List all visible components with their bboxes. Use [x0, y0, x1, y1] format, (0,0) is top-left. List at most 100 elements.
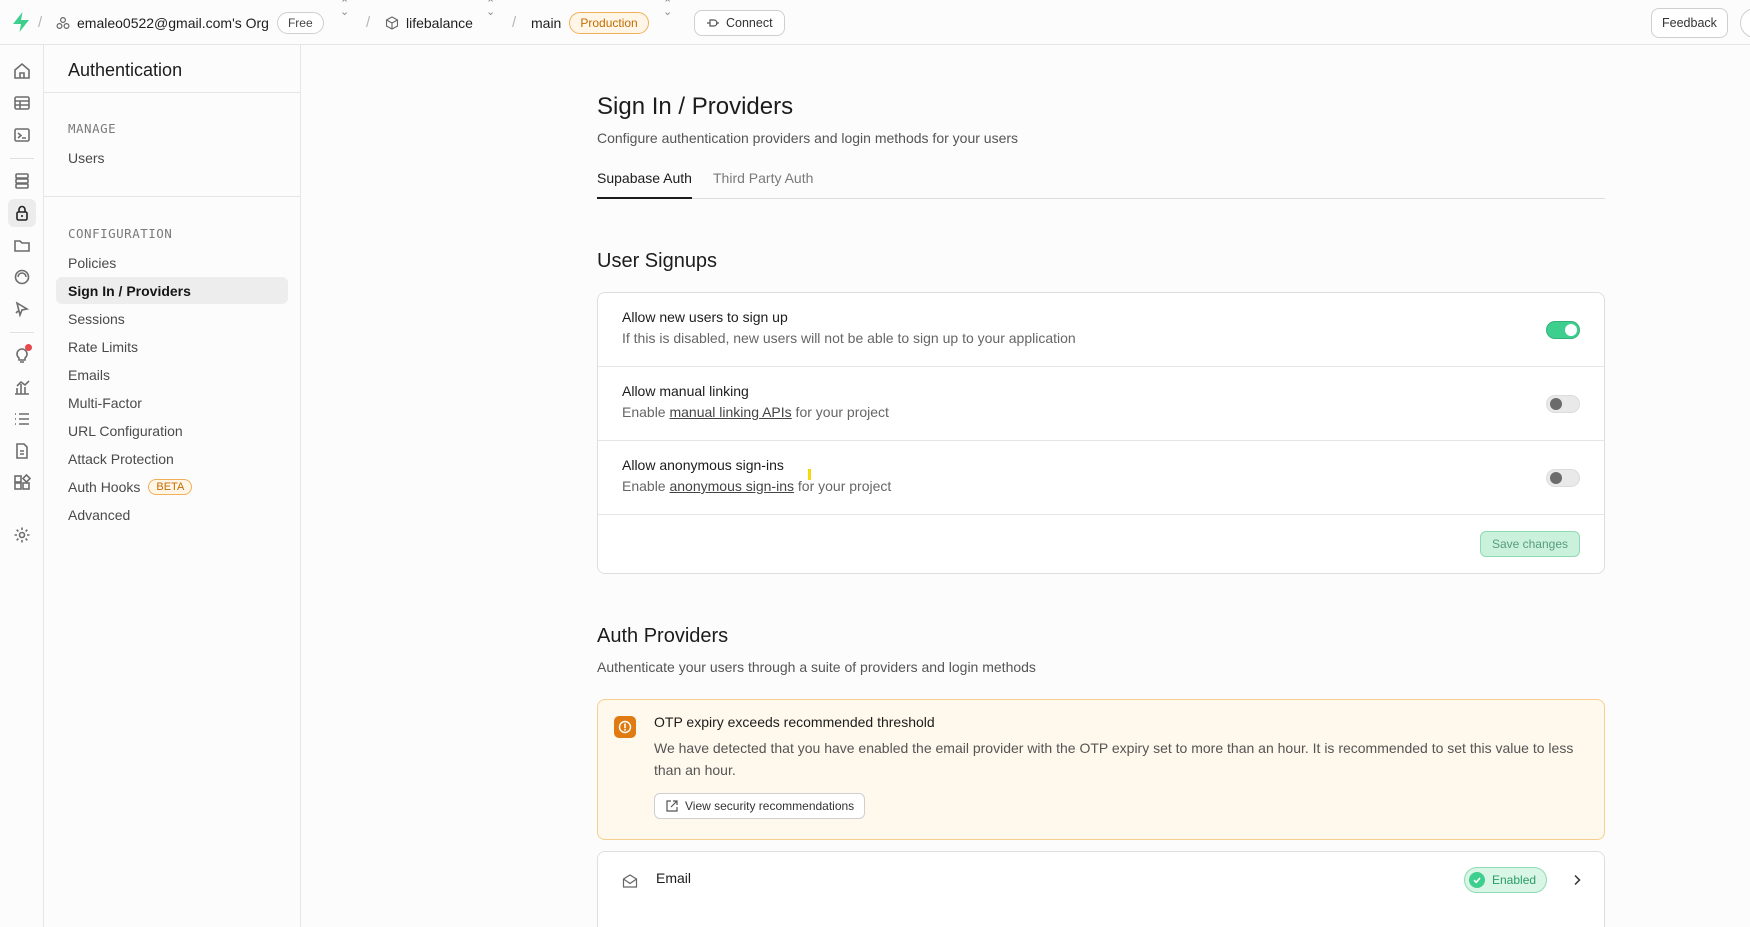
connect-label: Connect: [726, 15, 773, 30]
manual-linking-toggle[interactable]: [1546, 395, 1580, 413]
notification-dot: [25, 344, 32, 351]
auth-sidebar: Authentication MANAGE Users CONFIGURATIO…: [44, 45, 301, 927]
button-label: View security recommendations: [685, 799, 855, 813]
manual-linking-apis-link[interactable]: manual linking APIs: [669, 404, 791, 420]
sidebar-item-label: Sign In / Providers: [68, 282, 191, 299]
database-icon[interactable]: [8, 167, 36, 195]
rail-divider: [10, 158, 34, 159]
auth-providers-description: Authenticate your users through a suite …: [597, 659, 1036, 675]
sidebar-item-label: Sessions: [68, 310, 125, 327]
feedback-wrapper: Feedback: [1651, 0, 1728, 45]
warning-text: We have detected that you have enabled t…: [654, 740, 1574, 778]
rail-divider: [10, 332, 34, 333]
org-icon: [56, 16, 70, 29]
api-docs-icon[interactable]: [8, 437, 36, 465]
warning-title: OTP expiry exceeds recommended threshold: [654, 714, 935, 730]
allow-signup-toggle[interactable]: [1546, 321, 1580, 339]
setting-description: Enable anonymous sign-ins for your proje…: [622, 478, 891, 494]
sidebar-divider: [44, 92, 300, 93]
sidebar-item-rate-limits[interactable]: Rate Limits: [56, 333, 288, 360]
section-label-configuration: CONFIGURATION: [68, 226, 173, 241]
project-switch-chevron-icon[interactable]: ⌃ ⌄: [486, 0, 495, 45]
anonymous-signins-setting-row: Allow anonymous sign-ins Enable anonymou…: [598, 441, 1604, 515]
storage-icon[interactable]: [8, 231, 36, 259]
sidebar-item-label: Rate Limits: [68, 338, 139, 355]
status-badge: Enabled: [1464, 867, 1548, 893]
reports-chart-icon[interactable]: [8, 373, 36, 401]
org-name[interactable]: emaleo0522@gmail.com's Org: [77, 15, 269, 31]
manual-linking-setting-row: Allow manual linking Enable manual linki…: [598, 367, 1604, 441]
sidebar-item-advanced[interactable]: Advanced: [56, 501, 288, 528]
toggle-knob: [1550, 472, 1562, 484]
page-title: Sign In / Providers: [597, 93, 794, 120]
branch-selector[interactable]: main Production: [531, 0, 649, 45]
connect-button[interactable]: Connect: [694, 9, 785, 36]
main-content: Sign In / Providers Configure authentica…: [302, 45, 1750, 927]
environment-badge: Production: [569, 11, 649, 34]
tab-bar: Supabase Auth Third Party Auth: [597, 170, 1605, 199]
sidebar-item-sessions[interactable]: Sessions: [56, 305, 288, 332]
logs-list-icon[interactable]: [8, 405, 36, 433]
plan-badge: Free: [276, 11, 324, 34]
anonymous-signins-toggle[interactable]: [1546, 469, 1580, 487]
signup-setting-row: Allow new users to sign up If this is di…: [598, 293, 1604, 367]
setting-title: Allow new users to sign up: [622, 309, 788, 325]
sidebar-item-emails[interactable]: Emails: [56, 361, 288, 388]
sidebar-item-auth-hooks[interactable]: Auth Hooks BETA: [56, 473, 288, 500]
sidebar-item-sign-in-providers[interactable]: Sign In / Providers: [56, 277, 288, 304]
branch-switch-chevron-icon[interactable]: ⌃ ⌄: [663, 0, 672, 45]
setting-description: If this is disabled, new users will not …: [622, 330, 1076, 346]
primary-sidebar: [0, 45, 44, 927]
tab-supabase-auth[interactable]: Supabase Auth: [597, 170, 692, 199]
save-changes-button[interactable]: Save changes: [1479, 531, 1580, 557]
desc-suffix: for your project: [794, 478, 892, 494]
sidebar-item-multi-factor[interactable]: Multi-Factor: [56, 389, 288, 416]
sidebar-item-url-configuration[interactable]: URL Configuration: [56, 417, 288, 444]
project-selector[interactable]: lifebalance: [385, 0, 473, 45]
sidebar-title: Authentication: [68, 60, 183, 80]
org-selector[interactable]: emaleo0522@gmail.com's Org Free: [56, 0, 324, 45]
supabase-logo-icon[interactable]: [11, 11, 31, 33]
sidebar-divider: [44, 196, 300, 197]
sidebar-item-label: Attack Protection: [68, 450, 174, 467]
provider-row-email[interactable]: Email Enabled: [597, 851, 1605, 927]
integrations-icon[interactable]: [8, 469, 36, 497]
realtime-icon[interactable]: [8, 263, 36, 291]
project-settings-gear-icon[interactable]: [8, 521, 36, 549]
authentication-lock-icon[interactable]: [8, 199, 36, 227]
top-bar: / emaleo0522@gmail.com's Org Free ⌃ ⌄ / l…: [0, 0, 1750, 45]
user-signups-heading: User Signups: [597, 250, 718, 272]
project-name[interactable]: lifebalance: [406, 15, 473, 31]
project-cube-icon: [385, 15, 399, 30]
mail-icon: [622, 874, 638, 888]
breadcrumb-separator: /: [38, 14, 43, 31]
card-footer: Save changes: [598, 515, 1604, 573]
sidebar-item-label: URL Configuration: [68, 422, 183, 439]
sql-editor-icon[interactable]: [8, 121, 36, 149]
edge-functions-icon[interactable]: [8, 295, 36, 323]
view-security-recommendations-button[interactable]: View security recommendations: [654, 793, 866, 819]
branch-name[interactable]: main: [531, 15, 561, 31]
plug-icon: [707, 18, 719, 27]
desc-prefix: Enable: [622, 478, 670, 494]
sidebar-item-label: Auth Hooks: [68, 478, 141, 495]
tab-third-party-auth[interactable]: Third Party Auth: [713, 170, 813, 199]
home-icon[interactable]: [8, 57, 36, 85]
chevron-right-icon[interactable]: [1570, 873, 1584, 887]
check-circle-icon: [1469, 872, 1485, 888]
table-editor-icon[interactable]: [8, 89, 36, 117]
sidebar-item-policies[interactable]: Policies: [56, 249, 288, 276]
user-signups-card: Allow new users to sign up If this is di…: [597, 292, 1605, 574]
sidebar-item-attack-protection[interactable]: Attack Protection: [56, 445, 288, 472]
external-link-icon: [666, 800, 678, 812]
feedback-label: Feedback: [1662, 15, 1717, 30]
sidebar-item-label: Emails: [68, 366, 111, 383]
sidebar-item-users[interactable]: Users: [56, 144, 288, 171]
anonymous-sign-ins-link[interactable]: anonymous sign-ins: [669, 478, 794, 494]
org-switch-chevron-icon[interactable]: ⌃ ⌄: [340, 0, 349, 45]
feedback-button[interactable]: Feedback: [1651, 7, 1728, 38]
section-label-manage: MANAGE: [68, 121, 117, 136]
advisors-lightbulb-icon[interactable]: [8, 341, 36, 369]
help-button[interactable]: ?: [1740, 7, 1750, 38]
toggle-knob: [1550, 398, 1562, 410]
